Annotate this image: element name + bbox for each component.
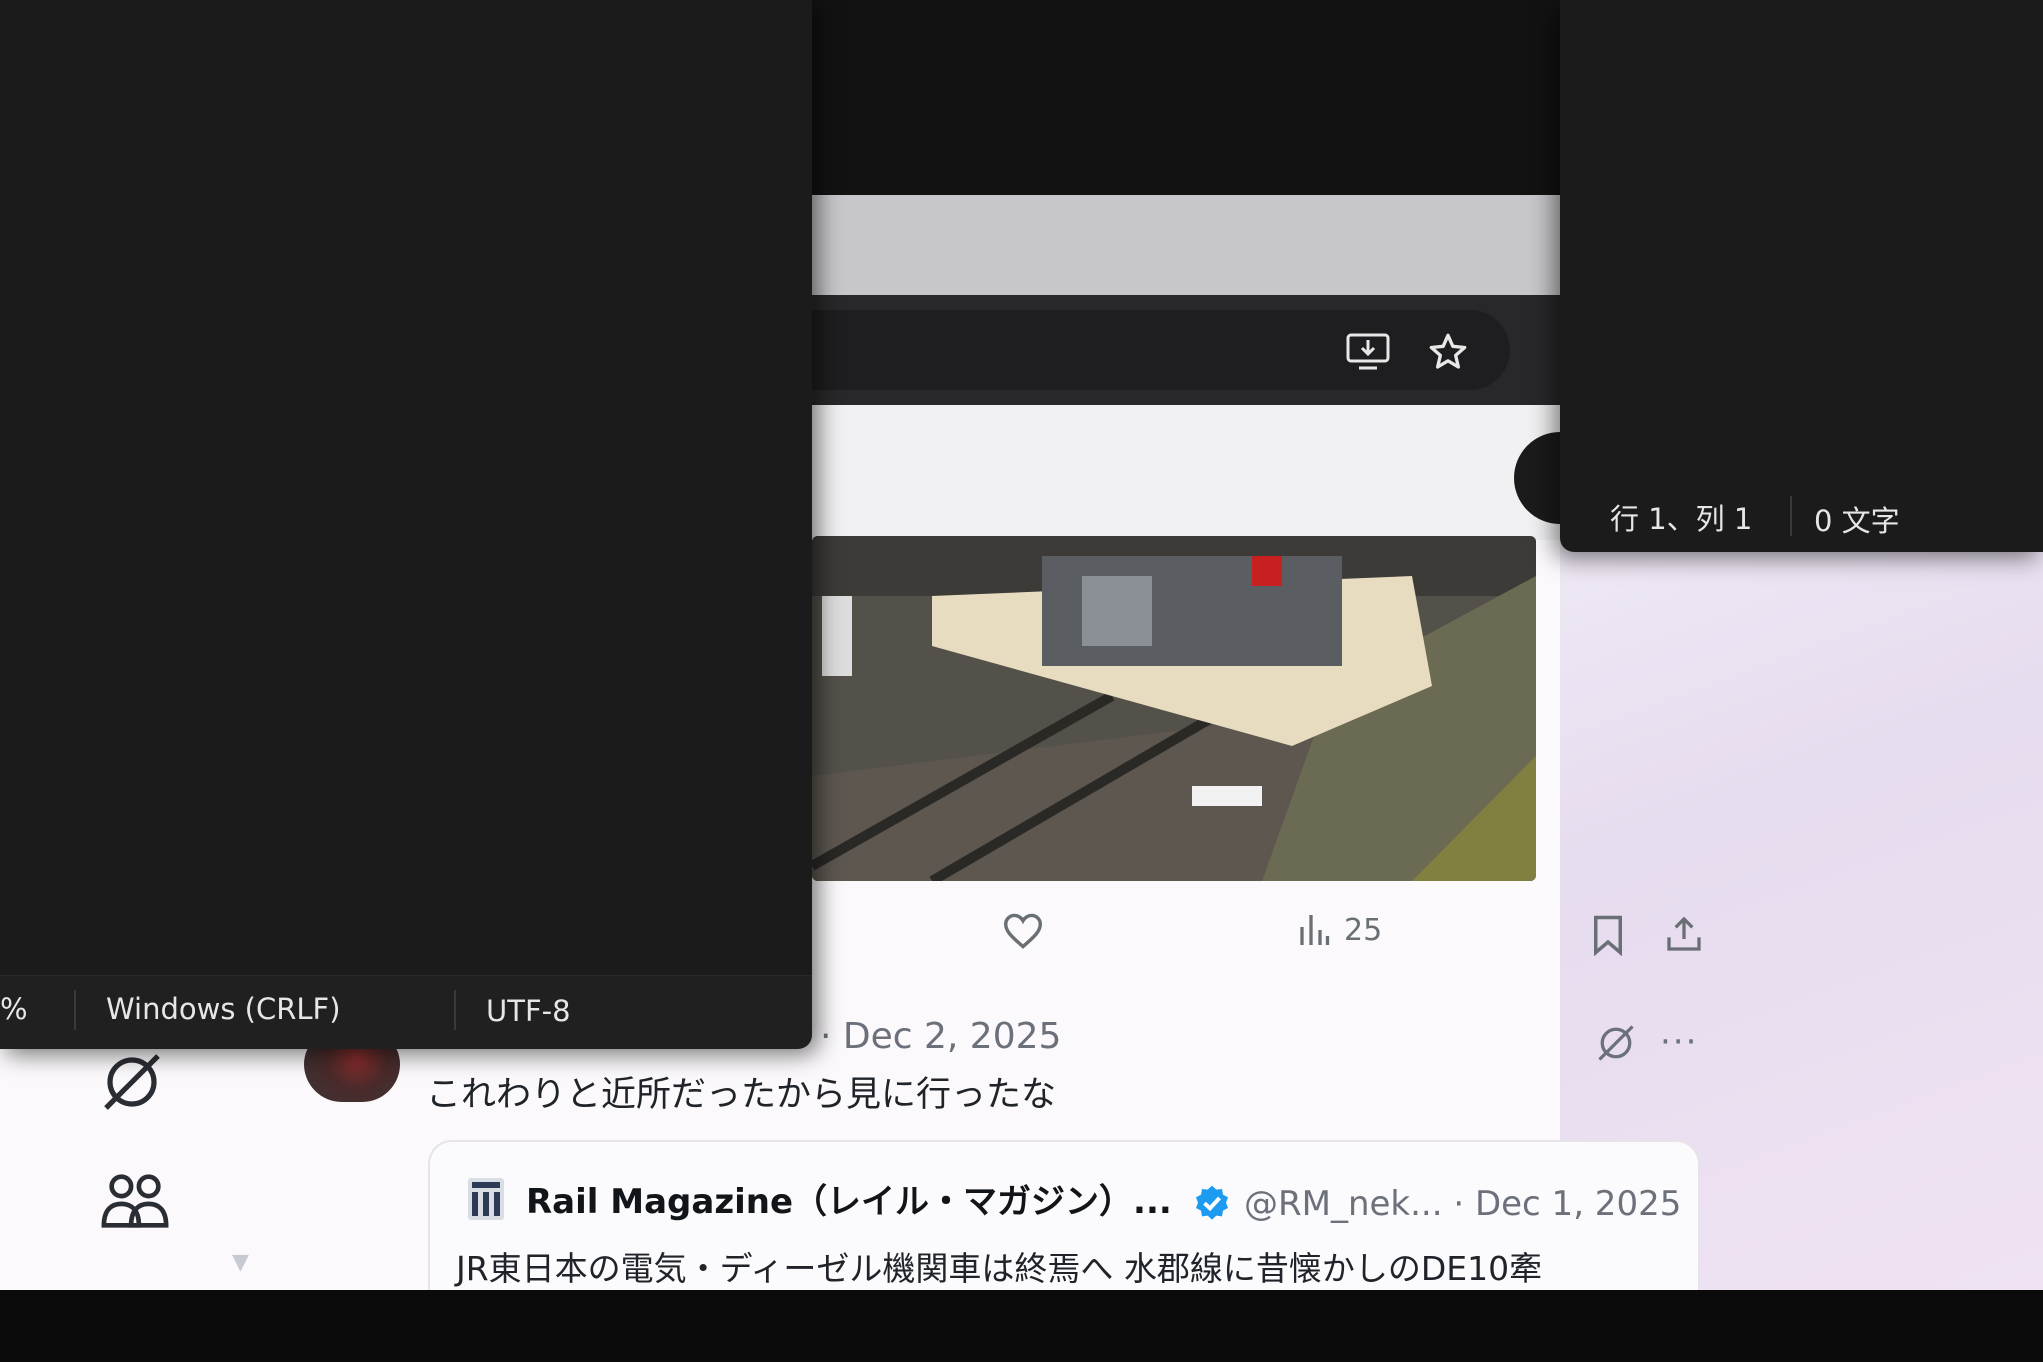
monitor-bezel	[0, 1290, 2043, 1362]
status-encoding[interactable]: UTF-8	[486, 994, 571, 1028]
status-cursor-position: 行 1、列 1	[1610, 502, 1753, 536]
share-icon	[1667, 916, 1701, 951]
status-line-ending[interactable]: Windows (CRLF)	[106, 992, 341, 1026]
status-divider	[74, 990, 76, 1030]
more-icon[interactable]: ···	[1660, 1022, 1698, 1062]
status-zoom[interactable]: %	[0, 992, 28, 1026]
heart-icon	[1003, 913, 1043, 949]
views-chart-icon	[1300, 915, 1330, 945]
share-button[interactable]	[1664, 914, 1704, 954]
verified-badge-icon	[1192, 1184, 1232, 1224]
views-count: 25	[1344, 912, 1383, 948]
bookmark-button[interactable]	[1590, 914, 1626, 956]
status-divider	[1790, 496, 1792, 536]
quoted-display-name[interactable]: Rail Magazine（レイル・マガジン）...	[526, 1174, 1172, 1223]
views-button[interactable]: 25	[1296, 912, 1382, 948]
rail-magazine-avatar	[466, 1176, 506, 1222]
tweet-media-image[interactable]	[812, 536, 1536, 881]
quoted-tweet-text: JR東日本の電気・ディーゼル機関車は終焉へ 水郡線に昔懐かしのDE10牽	[456, 1249, 1543, 1288]
grok-icon[interactable]	[1594, 1022, 1638, 1068]
quoted-handle-and-date[interactable]: @RM_nek... · Dec 1, 2025	[1244, 1184, 1681, 1224]
nav-grok-icon[interactable]	[100, 1052, 174, 1116]
bookmark-star-icon[interactable]	[1420, 324, 1476, 380]
reply-text: これわりと近所だったから見に行ったな	[426, 1075, 1057, 1115]
status-char-count: 0 文字	[1814, 504, 1900, 538]
address-bar[interactable]	[780, 310, 1510, 390]
like-button[interactable]	[1002, 912, 1044, 950]
scroll-caret-icon: ▼	[232, 1250, 249, 1275]
install-app-icon[interactable]	[1340, 324, 1396, 380]
nav-communities-icon[interactable]	[100, 1170, 174, 1234]
notepad-window-right[interactable]	[1560, 0, 2043, 552]
reply-timestamp[interactable]: · Dec 2, 2025	[820, 1016, 1061, 1057]
status-divider	[454, 990, 456, 1030]
bookmark-icon	[1594, 915, 1622, 956]
notepad-window-left[interactable]	[0, 0, 812, 1049]
